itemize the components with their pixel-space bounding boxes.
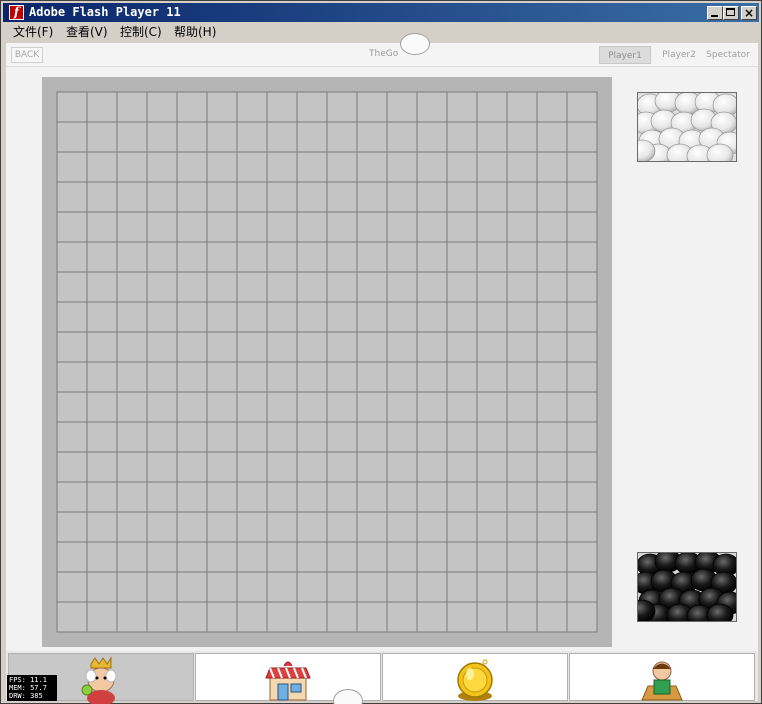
menu-view[interactable]: 查看(V)	[66, 24, 108, 40]
tab-player2[interactable]: Player2	[654, 46, 704, 64]
flash-logo-icon: f	[9, 5, 24, 20]
maximize-button[interactable]	[723, 6, 739, 20]
draw-readout: DRW: 385	[9, 692, 43, 700]
tab-player1[interactable]: Player1	[599, 46, 651, 64]
black-stones-icon	[638, 553, 736, 621]
flash-stage: BACK TheGo Player1 Player2 Spectator FPS…	[6, 33, 758, 704]
back-button[interactable]: BACK	[11, 47, 43, 63]
menu-bar: 文件(F) 查看(V) 控制(C) 帮助(H)	[3, 22, 759, 42]
tab-spectator[interactable]: Spectator	[703, 46, 753, 64]
shop-icon	[265, 661, 311, 701]
stone	[706, 143, 734, 161]
bottom-toolbar	[6, 651, 758, 704]
player-profile-icon	[641, 661, 683, 701]
memory-readout: MEM: 57.7	[9, 684, 47, 692]
game-top-bar: BACK TheGo Player1 Player2 Spectator	[6, 33, 758, 67]
stone	[706, 603, 734, 621]
window-title: Adobe Flash Player 11	[29, 5, 181, 19]
minimize-button[interactable]	[707, 6, 723, 20]
black-stones-bowl[interactable]	[637, 552, 737, 622]
gold-coin-icon	[457, 659, 493, 701]
go-board[interactable]	[42, 77, 612, 647]
board-grid[interactable]	[42, 77, 612, 647]
minimize-icon	[711, 15, 718, 17]
top-toggle-handle[interactable]	[400, 33, 430, 55]
white-stones-icon	[638, 93, 736, 161]
stats-overlay: FPS: 11.1 MEM: 57.7 DRW: 385	[7, 675, 57, 701]
menu-help[interactable]: 帮助(H)	[174, 24, 216, 40]
fps-readout: FPS: 11.1	[9, 676, 47, 684]
coins-button[interactable]	[382, 653, 568, 701]
maximize-icon	[726, 8, 735, 16]
king-character-icon	[81, 656, 117, 704]
title-bar[interactable]: f Adobe Flash Player 11 ×	[3, 3, 759, 22]
game-title: TheGo	[369, 49, 399, 59]
menu-file[interactable]: 文件(F)	[13, 24, 53, 40]
menu-control[interactable]: 控制(C)	[120, 24, 162, 40]
close-icon: ×	[743, 6, 755, 20]
white-stones-bowl[interactable]	[637, 92, 737, 162]
close-button[interactable]: ×	[741, 6, 757, 20]
profile-button[interactable]	[569, 653, 755, 701]
flash-player-window: f Adobe Flash Player 11 × 文件(F) 查看(V) 控制…	[0, 0, 762, 704]
